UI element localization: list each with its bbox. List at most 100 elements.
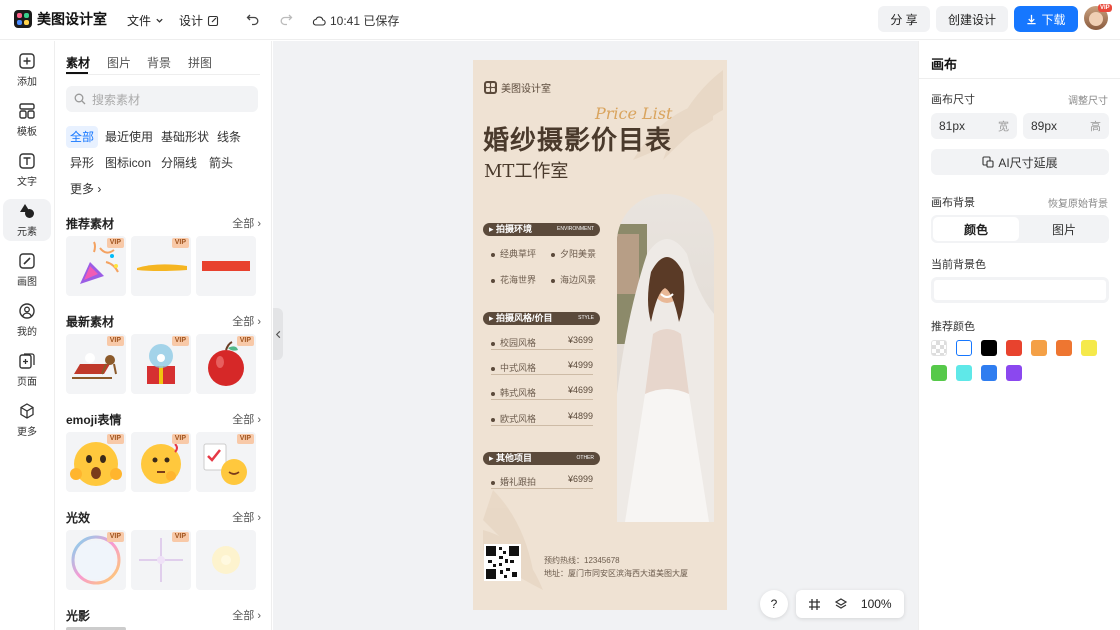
rail-item-template[interactable]: 模板	[3, 99, 51, 141]
all-label: 全部	[232, 512, 255, 524]
current-bg-color	[934, 280, 1106, 300]
resize-link[interactable]: 调整尺寸	[1068, 92, 1108, 107]
app-logo[interactable]: 美图设计室	[14, 9, 107, 29]
material-thumb[interactable]: VIP	[66, 432, 126, 492]
material-thumb[interactable]: VIP	[66, 530, 126, 590]
material-thumb[interactable]: VIP	[66, 236, 126, 296]
rail-item-text[interactable]: 文字	[3, 149, 51, 191]
material-thumb[interactable]	[196, 236, 256, 296]
rail-item-elements[interactable]: 元素	[3, 199, 51, 241]
redo-icon[interactable]	[279, 12, 293, 26]
color-swatch[interactable]	[1006, 365, 1022, 381]
chip-more[interactable]: 更多 ›	[66, 178, 105, 200]
tab-collage[interactable]: 拼图	[188, 54, 212, 71]
color-swatch[interactable]	[956, 365, 972, 381]
chip-basic-shapes[interactable]: 基础形状	[157, 126, 213, 148]
color-swatch[interactable]	[1056, 340, 1072, 356]
seg-color[interactable]: 颜色	[933, 217, 1019, 241]
create-design-button[interactable]: 创建设计	[936, 6, 1008, 32]
height-unit: 高	[1090, 121, 1101, 133]
chevron-left-icon	[275, 330, 280, 338]
color-swatch[interactable]	[1006, 340, 1022, 356]
left-rail: 添加 模板 文字 元素 画图 我的 页面 更多	[0, 41, 55, 630]
material-thumb[interactable]: VIP	[131, 236, 191, 296]
section-title: emoji表情	[66, 413, 122, 427]
search-input[interactable]: 搜索素材	[66, 86, 258, 112]
color-swatch[interactable]	[981, 365, 997, 381]
style-price: ¥4999	[567, 360, 593, 370]
bg-type-segmented: 颜色 图片	[931, 215, 1109, 243]
section-all-link[interactable]: 全部 ›	[232, 411, 261, 427]
chip-icons[interactable]: 图标icon	[101, 152, 155, 174]
panel-divider	[919, 78, 1120, 79]
bride-photo-illustration	[617, 224, 714, 522]
tab-divider	[66, 74, 260, 75]
all-label: 全部	[232, 316, 255, 328]
poster-title: 婚纱摄影价目表	[483, 126, 673, 156]
rail-item-mine[interactable]: 我的	[3, 299, 51, 341]
download-button[interactable]: 下载	[1014, 6, 1078, 32]
section-all-link[interactable]: 全部 ›	[232, 215, 261, 231]
rail-item-more[interactable]: 更多	[3, 399, 51, 441]
seg-color-label: 颜色	[963, 222, 988, 237]
section-label: 其他项目	[496, 453, 533, 463]
chip-lines[interactable]: 线条	[213, 126, 245, 148]
section-all-link[interactable]: 全部 ›	[232, 509, 261, 525]
width-field[interactable]: 81px 宽	[931, 113, 1017, 139]
tab-materials[interactable]: 素材	[66, 54, 90, 71]
tab-backgrounds[interactable]: 背景	[147, 54, 171, 71]
vip-badge: VIP	[236, 434, 254, 444]
material-thumb[interactable]: VIP	[196, 334, 256, 394]
chip-recent[interactable]: 最近使用	[101, 126, 157, 148]
glow-light-icon	[212, 546, 240, 574]
section-title: 光影	[66, 609, 91, 623]
collapse-panel-handle[interactable]	[273, 308, 283, 360]
seg-image-label: 图片	[1051, 222, 1076, 237]
material-thumb[interactable]: VIP	[196, 432, 256, 492]
section-tag: STYLE	[578, 315, 594, 321]
restore-bg-link[interactable]: 恢复原始背景	[1048, 195, 1108, 210]
chip-irregular[interactable]: 异形	[66, 152, 98, 174]
rail-label: 文字	[17, 177, 37, 188]
rail-item-page[interactable]: 页面	[3, 349, 51, 391]
material-thumb[interactable]: VIP	[131, 530, 191, 590]
canvas-size-label: 画布尺寸	[931, 94, 975, 106]
rail-item-add[interactable]: 添加	[3, 49, 51, 91]
qr-code	[484, 544, 521, 581]
material-thumb[interactable]: VIP	[66, 334, 126, 394]
bride-photo[interactable]	[617, 194, 714, 522]
vip-badge: VIP	[106, 336, 124, 346]
color-swatch[interactable]	[1081, 340, 1097, 356]
section-all-link[interactable]: 全部 ›	[232, 313, 261, 329]
rail-label: 模板	[17, 127, 37, 138]
chip-all[interactable]: 全部	[66, 126, 99, 148]
color-swatch[interactable]	[1031, 340, 1047, 356]
color-swatch[interactable]	[931, 365, 947, 381]
seg-image[interactable]: 图片	[1021, 217, 1107, 241]
tab-images[interactable]: 图片	[107, 54, 131, 71]
color-swatch[interactable]	[981, 340, 997, 356]
material-thumb[interactable]: VIP	[131, 334, 191, 394]
color-swatch[interactable]	[956, 340, 972, 356]
menu-file[interactable]: 文件	[127, 12, 164, 29]
help-button[interactable]: ?	[760, 590, 788, 618]
ai-expand-button[interactable]: AI尺寸延展	[931, 149, 1109, 175]
rail-item-draw[interactable]: 画图	[3, 249, 51, 291]
color-swatch[interactable]	[931, 340, 947, 356]
section-all-link[interactable]: 全部 ›	[232, 607, 261, 623]
grid-icon[interactable]	[808, 598, 821, 611]
poster-canvas[interactable]: 美图设计室 Price List 婚纱摄影价目表 MT工作室 ▸ 拍摄环境 EN…	[473, 60, 727, 610]
chip-dividers[interactable]: 分隔线	[157, 152, 201, 174]
undo-icon[interactable]	[246, 12, 260, 26]
menu-design[interactable]: 设计	[179, 12, 219, 29]
material-thumb[interactable]: VIP	[131, 432, 191, 492]
material-thumb[interactable]	[196, 530, 256, 590]
height-field[interactable]: 89px 高	[1023, 113, 1109, 139]
layers-icon[interactable]	[834, 597, 848, 611]
search-placeholder: 搜索素材	[92, 92, 141, 107]
zoom-level[interactable]: 100%	[861, 597, 892, 611]
section-title: 最新素材	[66, 315, 115, 329]
share-button[interactable]: 分 享	[878, 6, 930, 32]
chip-arrows[interactable]: 箭头	[205, 152, 237, 174]
current-bg-swatch[interactable]	[931, 277, 1109, 303]
